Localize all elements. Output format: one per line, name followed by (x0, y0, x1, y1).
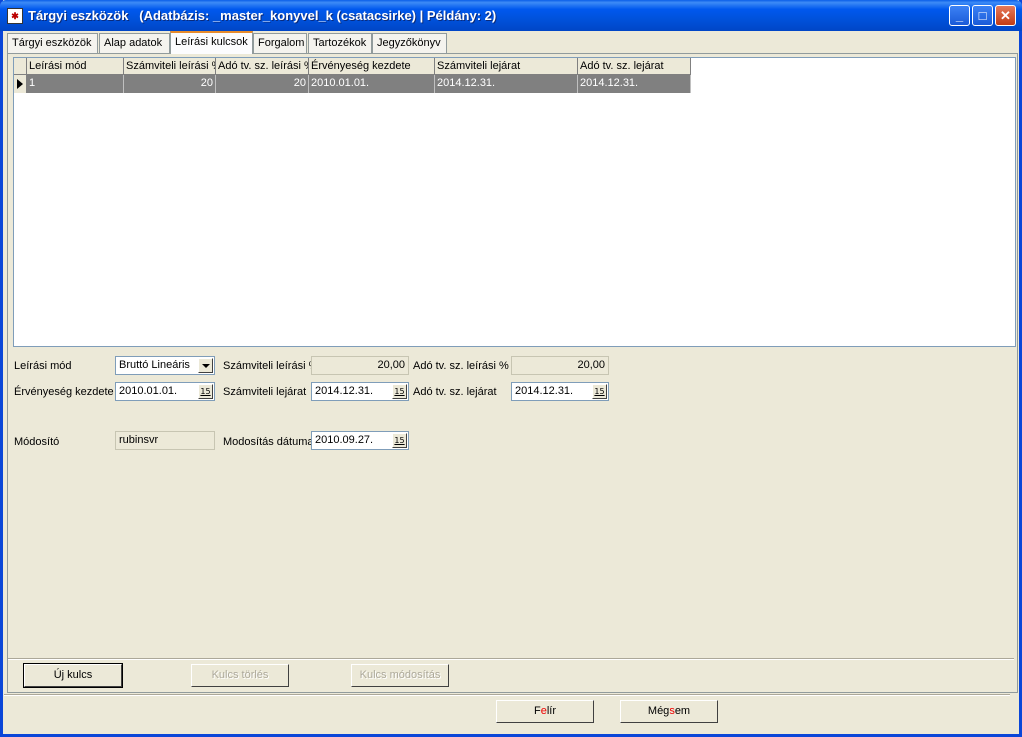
megsem-label-a: Még (647, 705, 670, 717)
cell-ado-lejarat[interactable]: 2014.12.31. (578, 75, 691, 93)
title-bar[interactable]: ✱ Tárgyi eszközök (Adatbázis: _master_ko… (0, 0, 1022, 31)
minimize-icon[interactable]: _ (949, 5, 970, 26)
ervenyesseg-date-field[interactable]: 2010.01.01. 15 (115, 382, 215, 401)
uj-kulcs-button[interactable]: Új kulcs (23, 663, 123, 688)
ado-leirasi-field[interactable]: 20,00 (511, 356, 609, 375)
modositas-datuma-label: Modosítás dátuma (223, 436, 314, 448)
ado-lejarat-label: Adó tv. sz. lejárat (413, 386, 497, 398)
ado-lejarat-date-field[interactable]: 2014.12.31. 15 (511, 382, 609, 401)
felir-label-c: lír (546, 705, 557, 717)
chevron-down-icon[interactable] (198, 358, 213, 373)
calendar-icon[interactable]: 15 (592, 384, 607, 399)
cell-ado-leirasi[interactable]: 20 (216, 75, 309, 93)
modosito-label: Módosító (14, 436, 60, 448)
divider (8, 658, 1014, 660)
tab-targyi-eszkozok[interactable]: Tárgyi eszközök (7, 33, 98, 53)
kulcs-modositas-button[interactable]: Kulcs módosítás (351, 664, 449, 687)
felir-button[interactable]: Felír (496, 700, 594, 723)
maximize-icon[interactable]: □ (972, 5, 993, 26)
leirasi-mod-select[interactable]: Bruttó Lineáris (115, 356, 215, 375)
tab-alap-adatok[interactable]: Alap adatok (99, 33, 170, 53)
szamviteli-leirasi-field[interactable]: 20,00 (311, 356, 409, 375)
tab-leirasi-kulcsok[interactable]: Leírási kulcsok (170, 31, 253, 54)
cell-leirasi-mod[interactable]: 1 (27, 75, 124, 93)
modosito-field[interactable]: rubinsvr (115, 431, 215, 450)
window-title: Tárgyi eszközök (Adatbázis: _master_kony… (28, 8, 497, 23)
keys-grid[interactable]: Leírási mód Számviteli leírási % Adó tv.… (13, 57, 1016, 347)
main-window: ✱ Tárgyi eszközök (Adatbázis: _master_ko… (0, 0, 1022, 737)
ervenyesseg-value: 2010.01.01. (119, 385, 178, 397)
calendar-icon[interactable]: 15 (392, 384, 407, 399)
modositas-datuma-date-field[interactable]: 2010.09.27. 15 (311, 431, 409, 450)
column-header-szamviteli-lejarat[interactable]: Számviteli lejárat (435, 58, 578, 75)
calendar-icon[interactable]: 15 (198, 384, 213, 399)
row-indicator (14, 75, 27, 93)
cell-ervenyesseg[interactable]: 2010.01.01. (309, 75, 435, 93)
megsem-label-c: em (674, 705, 691, 717)
tab-panel: Leírási mód Számviteli leírási % Adó tv.… (7, 53, 1018, 693)
ervenyesseg-label: Érvényeség kezdete (14, 386, 114, 398)
column-header-ado-lejarat[interactable]: Adó tv. sz. lejárat (578, 58, 691, 75)
leirasi-mod-label: Leírási mód (14, 360, 72, 372)
felir-label-a: F (533, 705, 541, 717)
megsem-button[interactable]: Mégsem (620, 700, 718, 723)
kulcs-torles-button[interactable]: Kulcs törlés (191, 664, 289, 687)
szamviteli-leirasi-label: Számviteli leírási % (223, 360, 319, 372)
tab-tartozekok[interactable]: Tartozékok (308, 33, 372, 53)
modositas-datuma-value: 2010.09.27. (315, 434, 374, 446)
current-row-arrow-icon (17, 79, 23, 89)
ado-lejarat-value: 2014.12.31. (515, 385, 574, 397)
close-icon[interactable]: ✕ (995, 5, 1016, 26)
app-icon[interactable]: ✱ (7, 8, 23, 24)
column-header-szamviteli-leirasi[interactable]: Számviteli leírási % (124, 58, 216, 75)
szamviteli-lejarat-value: 2014.12.31. (315, 385, 374, 397)
leirasi-mod-value: Bruttó Lineáris (119, 359, 190, 371)
szamviteli-lejarat-label: Számviteli lejárat (223, 386, 307, 398)
cell-szamviteli-lejarat[interactable]: 2014.12.31. (435, 75, 578, 93)
footer-divider (4, 694, 1010, 696)
calendar-icon[interactable]: 15 (392, 433, 407, 448)
header-indicator (14, 58, 27, 75)
tab-jegyzokonyv[interactable]: Jegyzőkönyv (372, 33, 447, 53)
tab-forgalom[interactable]: Forgalom (253, 33, 307, 53)
ado-leirasi-label: Adó tv. sz. leírási % (413, 360, 509, 372)
column-header-leirasi-mod[interactable]: Leírási mód (27, 58, 124, 75)
cell-szamviteli-leirasi[interactable]: 20 (124, 75, 216, 93)
column-header-ado-leirasi[interactable]: Adó tv. sz. leírási % (216, 58, 309, 75)
column-header-ervenyesseg[interactable]: Érvényeség kezdete (309, 58, 435, 75)
szamviteli-lejarat-date-field[interactable]: 2014.12.31. 15 (311, 382, 409, 401)
